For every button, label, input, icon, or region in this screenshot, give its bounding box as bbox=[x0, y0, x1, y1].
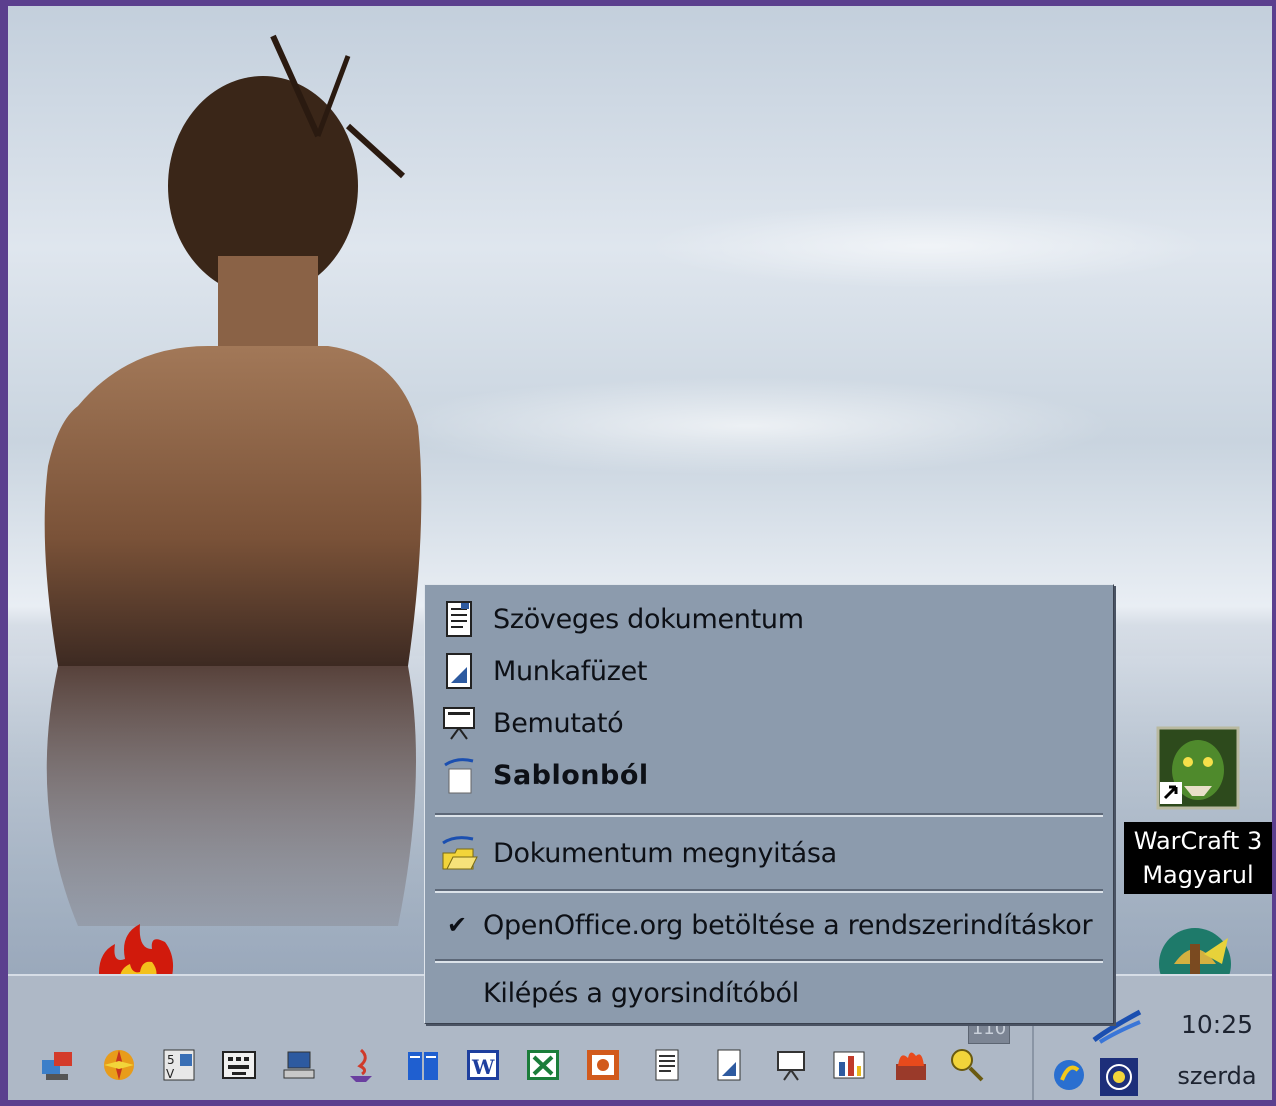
menu-item-label: Bemutató bbox=[493, 707, 624, 739]
warcraft-icon-label: WarCraft 3 Magyarul bbox=[1124, 822, 1272, 894]
warcraft-label-line2: Magyarul bbox=[1142, 861, 1254, 889]
menu-item-text-document[interactable]: Szöveges dokumentum bbox=[433, 595, 1105, 643]
search-key-icon[interactable] bbox=[948, 1046, 986, 1084]
menu-item-label: Dokumentum megnyitása bbox=[493, 837, 837, 869]
menu-separator bbox=[435, 813, 1103, 817]
writer-icon[interactable] bbox=[648, 1046, 686, 1084]
menu-item-open-document[interactable]: Dokumentum megnyitása bbox=[433, 829, 1105, 877]
warcraft-desktop-icon[interactable]: WarCraft 3 Magyarul bbox=[1124, 726, 1272, 894]
wallpaper-woman-figure bbox=[44, 34, 422, 926]
menu-separator bbox=[435, 889, 1103, 893]
menu-item-label: Kilépés a gyorsindítóból bbox=[483, 977, 799, 1009]
warcraft-icon bbox=[1156, 726, 1240, 810]
impress-icon[interactable] bbox=[772, 1046, 810, 1084]
template-icon bbox=[444, 758, 474, 794]
pinwheel-icon[interactable] bbox=[100, 1046, 138, 1084]
sv-app-icon[interactable]: 5V bbox=[160, 1046, 198, 1084]
screen-frame: WarCraft 3 Magyarul 5V W 110 10:25 szerd… bbox=[0, 0, 1276, 1106]
menu-item-from-template[interactable]: Sablonból bbox=[433, 751, 1105, 799]
calc-spreadsheet-icon bbox=[446, 653, 472, 689]
book-icon[interactable] bbox=[404, 1046, 442, 1084]
clock-time[interactable]: 10:25 bbox=[1172, 1010, 1262, 1039]
clock-day: szerda bbox=[1177, 1062, 1257, 1090]
network-icon[interactable] bbox=[38, 1046, 76, 1084]
menu-item-spreadsheet[interactable]: Munkafüzet bbox=[433, 647, 1105, 695]
excel-icon[interactable] bbox=[524, 1046, 562, 1084]
svg-text:V: V bbox=[166, 1067, 175, 1081]
menu-item-label: Munkafüzet bbox=[493, 655, 648, 687]
tray-wireless-icon[interactable] bbox=[1098, 1056, 1140, 1098]
writer-document-icon bbox=[446, 601, 472, 637]
chart-icon[interactable] bbox=[830, 1046, 868, 1084]
menu-item-exit-quickstarter[interactable]: Kilépés a gyorsindítóból bbox=[433, 969, 1105, 1017]
firewall-icon[interactable] bbox=[892, 1046, 930, 1084]
word-icon[interactable]: W bbox=[464, 1046, 502, 1084]
menu-item-label: Szöveges dokumentum bbox=[493, 603, 804, 635]
menu-item-presentation[interactable]: Bemutató bbox=[433, 699, 1105, 747]
calc-icon[interactable] bbox=[710, 1046, 748, 1084]
java-icon[interactable] bbox=[342, 1046, 380, 1084]
menu-item-label: OpenOffice.org betöltése a rendszerindít… bbox=[483, 909, 1093, 941]
open-folder-icon bbox=[442, 836, 478, 870]
keyboard-icon[interactable] bbox=[220, 1046, 258, 1084]
impress-presentation-icon bbox=[443, 707, 475, 740]
powerpoint-icon[interactable] bbox=[584, 1046, 622, 1084]
checkmark-icon: ✔ bbox=[447, 911, 468, 939]
tray-update-icon[interactable] bbox=[1050, 1056, 1088, 1094]
menu-separator bbox=[435, 959, 1103, 963]
quickstarter-context-menu: Szöveges dokumentum Munkafüzet Bemutató … bbox=[424, 584, 1114, 1024]
menu-item-load-at-startup[interactable]: ✔ OpenOffice.org betöltése a rendszerind… bbox=[433, 901, 1105, 949]
warcraft-label-line1: WarCraft 3 bbox=[1133, 827, 1263, 855]
computer-icon[interactable] bbox=[280, 1046, 318, 1084]
svg-text:5: 5 bbox=[167, 1053, 175, 1067]
menu-item-label: Sablonból bbox=[493, 759, 649, 791]
svg-text:W: W bbox=[471, 1055, 495, 1079]
